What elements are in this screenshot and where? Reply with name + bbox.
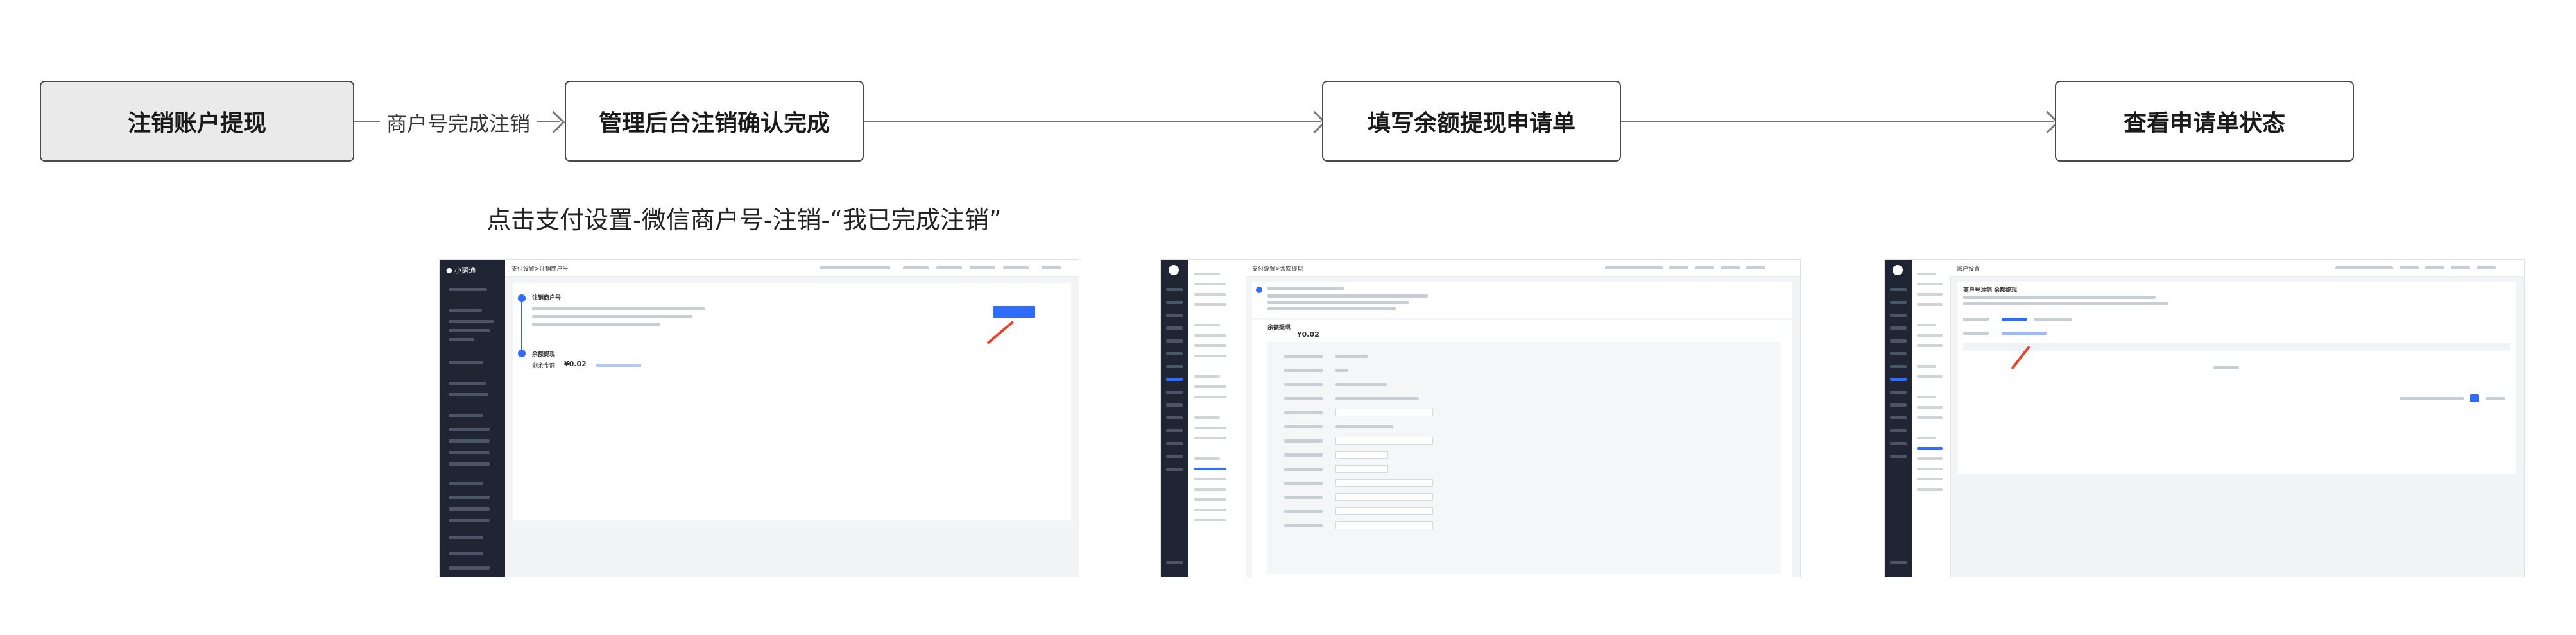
section-title: 注销商户号 [532,295,562,301]
connector-label: 商户号完成注销 [380,108,537,137]
top-bar: 账户设置 [1950,260,2524,277]
step-check-form-status: 查看申请单状态 [2055,81,2354,162]
form-input[interactable] [1335,409,1433,416]
tab-withdraw-records[interactable] [2002,318,2027,321]
connector-line [1621,121,2054,122]
panel-title: 商户号注销 余额提现 [1963,287,2018,294]
form-input[interactable] [1335,507,1433,515]
sidebar [1161,260,1188,577]
balance-label: 剩余金额 [532,363,556,369]
form-input[interactable] [1335,493,1433,501]
submenu [1188,260,1246,577]
instruction-note: 点击支付设置-微信商户号-注销-“我已完成注销” [486,206,1002,234]
connector-line [864,121,1321,122]
logo: ● 小鹅通 [446,266,476,275]
section-title: 余额提现 [532,351,556,358]
pagination-current[interactable] [2470,394,2479,402]
withdraw-form: 余额提现 ¥0.02 [1252,320,1792,577]
step-label: 注销账户提现 [127,110,266,137]
section-title: 余额提现 [1267,325,1291,331]
arrowhead-icon [542,110,565,134]
step-admin-confirm-close: 管理后台注销确认完成 [565,81,864,162]
balance-value: ¥0.02 [1297,330,1319,339]
screenshot-form-status: 账户设置 商户号注销 余额提现 [1884,259,2525,577]
top-bar: 支付设置>注销商户号 [505,260,1079,277]
form-input[interactable] [1335,451,1388,459]
close-panel: 注销商户号 余额提现 剩余金额 ¥0.02 [513,283,1071,520]
submenu [1912,260,1951,577]
form-input[interactable] [1335,437,1433,444]
form-input[interactable] [1335,465,1388,473]
sidebar [1885,260,1912,577]
balance-value: ¥0.02 [564,360,587,368]
step-label: 填写余额提现申请单 [1367,110,1576,137]
step-fill-withdraw-form: 填写余额提现申请单 [1322,81,1621,162]
step-label: 管理后台注销确认完成 [598,110,830,137]
info-panel [1252,282,1792,318]
sidebar: ● 小鹅通 [440,260,505,577]
status-panel: 商户号注销 余额提现 [1957,282,2516,474]
screenshot-withdraw-form: 支付设置>余额提现 余额提现 ¥0.02 [1160,259,1801,577]
page-title: 支付设置>注销商户号 [511,266,569,273]
step-label: 查看申请单状态 [2123,110,2285,137]
form-input[interactable] [1335,479,1433,487]
form-input[interactable] [1335,521,1433,529]
screenshot-close-merchant: ● 小鹅通 支付设置>注销商户号 注销商户号 余额提现 剩余金额 ¥0.02 [439,259,1079,577]
table-header [1963,343,2510,351]
page-title: 账户设置 [1957,266,1980,273]
step-close-account-withdraw: 注销账户提现 [40,81,354,162]
i-have-completed-button[interactable] [993,306,1035,318]
page-title: 支付设置>余额提现 [1252,266,1303,273]
top-bar: 支付设置>余额提现 [1246,260,1800,277]
